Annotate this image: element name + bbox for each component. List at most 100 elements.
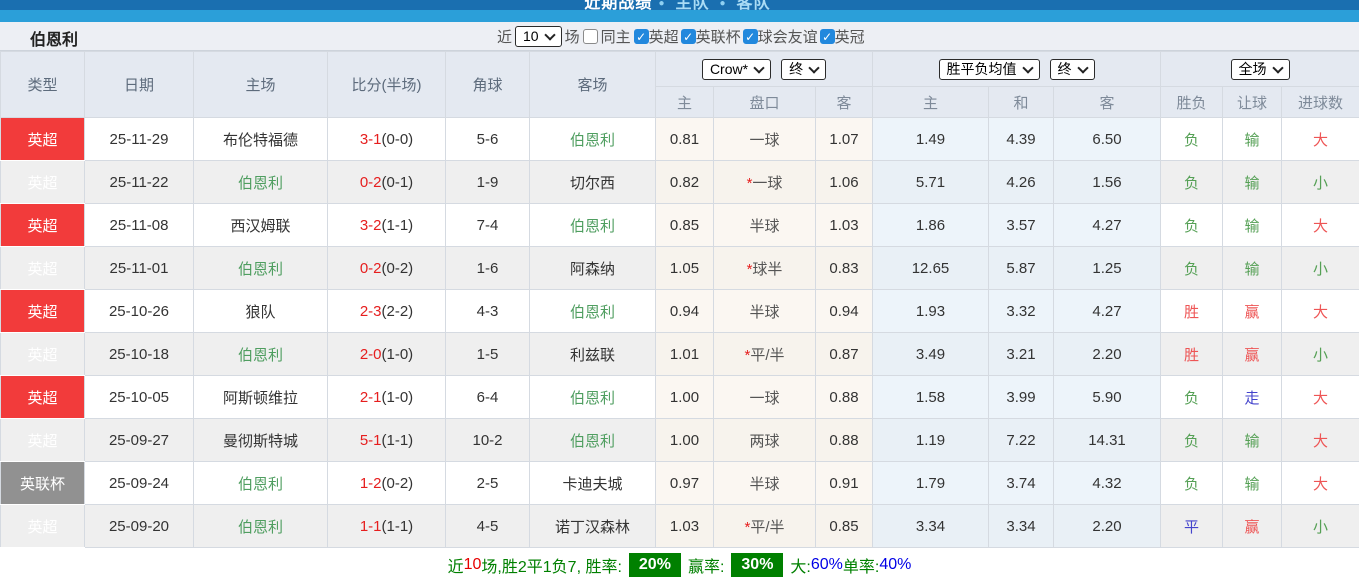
home-team[interactable]: 伯恩利 — [194, 247, 328, 290]
table-row: 英超25-10-26狼队2-3(2-2)4-3伯恩利0.94半球0.941.93… — [1, 290, 1359, 333]
away-team[interactable]: 切尔西 — [530, 161, 656, 204]
result-goals: 大 — [1282, 118, 1359, 161]
bookmaker-select[interactable]: Crow* — [702, 59, 771, 80]
avg-draw-odds: 3.34 — [989, 505, 1054, 548]
col-header-away: 客场 — [530, 52, 656, 118]
halftime-score: (0-0) — [382, 131, 414, 148]
avg-home-odds: 1.93 — [873, 290, 989, 333]
stat-text: 60% — [811, 556, 843, 574]
away-team[interactable]: 伯恩利 — [530, 204, 656, 247]
result-scope-select[interactable]: 全场 — [1231, 59, 1290, 80]
league-checkbox-label: 英超 — [649, 26, 679, 47]
handicap-home-odds: 0.81 — [656, 118, 714, 161]
top-nav-extra-tabs: ●主队●客队 — [652, 0, 774, 12]
result-outcome: 负 — [1161, 118, 1223, 161]
result-outcome: 负 — [1161, 247, 1223, 290]
handicap-home-odds: 0.85 — [656, 204, 714, 247]
home-team[interactable]: 狼队 — [194, 290, 328, 333]
away-team[interactable]: 伯恩利 — [530, 290, 656, 333]
away-team[interactable]: 阿森纳 — [530, 247, 656, 290]
avg-away-odds: 1.56 — [1054, 161, 1161, 204]
avg-away-odds: 4.32 — [1054, 462, 1161, 505]
home-team[interactable]: 布伦特福德 — [194, 118, 328, 161]
fulltime-score: 1-1 — [360, 518, 382, 535]
subheader-goals: 进球数 — [1282, 87, 1359, 118]
result-scope-group: 全场 — [1161, 52, 1359, 87]
fulltime-score: 3-2 — [360, 217, 382, 234]
subheader-result: 胜负 — [1161, 87, 1223, 118]
home-team[interactable]: 伯恩利 — [194, 505, 328, 548]
handicap-home-odds: 0.82 — [656, 161, 714, 204]
same-home-checkbox[interactable] — [583, 29, 598, 44]
odds-source-select[interactable]: 胜平负均值 — [939, 59, 1040, 80]
away-team[interactable]: 利兹联 — [530, 333, 656, 376]
league-badge: 英超 — [1, 204, 85, 247]
stat-text: 大: — [790, 553, 810, 577]
match-date: 25-11-08 — [85, 204, 194, 247]
handicap-away-odds: 1.06 — [816, 161, 873, 204]
halftime-score: (0-2) — [382, 260, 414, 277]
home-team[interactable]: 曼彻斯特城 — [194, 419, 328, 462]
handicap-line: 半球 — [714, 462, 816, 505]
home-team[interactable]: 阿斯顿维拉 — [194, 376, 328, 419]
tab-recent-results[interactable]: 近期战绩 — [584, 0, 652, 12]
handicap-line: 半球 — [714, 290, 816, 333]
handicap-home-odds: 0.94 — [656, 290, 714, 333]
halftime-score: (2-2) — [382, 303, 414, 320]
home-team[interactable]: 伯恩利 — [194, 161, 328, 204]
league-checkbox-英冠[interactable]: ✓ — [820, 29, 835, 44]
table-row: 英超25-11-22伯恩利0-2(0-1)1-9切尔西0.82*一球1.065.… — [1, 161, 1359, 204]
table-row: 英超25-10-18伯恩利2-0(1-0)1-5利兹联1.01*平/半0.873… — [1, 333, 1359, 376]
table-row: 英超25-09-27曼彻斯特城5-1(1-1)10-2伯恩利1.00两球0.88… — [1, 419, 1359, 462]
result-goals: 小 — [1282, 333, 1359, 376]
home-team[interactable]: 西汉姆联 — [194, 204, 328, 247]
avg-draw-odds: 3.57 — [989, 204, 1054, 247]
league-checkbox-英超[interactable]: ✓ — [634, 29, 649, 44]
away-team[interactable]: 伯恩利 — [530, 376, 656, 419]
home-team[interactable]: 伯恩利 — [194, 462, 328, 505]
filter-controls: 近 10 场 同主 ✓英超✓英联杯✓球会友谊✓英冠 — [497, 24, 870, 48]
avg-home-odds: 3.34 — [873, 505, 989, 548]
score-halftime: 2-1(1-0) — [328, 376, 446, 419]
halftime-score: (1-1) — [382, 518, 414, 535]
league-badge: 英超 — [1, 118, 85, 161]
stat-badge: 20% — [629, 553, 681, 577]
col-header-corners: 角球 — [446, 52, 530, 118]
avg-home-odds: 1.86 — [873, 204, 989, 247]
recent-count-select[interactable]: 10 — [515, 26, 562, 47]
tab-客队[interactable]: 客队 — [737, 0, 771, 12]
avg-away-odds: 2.20 — [1054, 505, 1161, 548]
league-checkbox-英联杯[interactable]: ✓ — [681, 29, 696, 44]
away-team[interactable]: 卡迪夫城 — [530, 462, 656, 505]
handicap-away-odds: 1.07 — [816, 118, 873, 161]
halftime-score: (1-0) — [382, 346, 414, 363]
league-badge: 英超 — [1, 376, 85, 419]
result-handicap: 输 — [1223, 419, 1282, 462]
odds-time-select[interactable]: 终 — [1050, 59, 1095, 80]
result-outcome: 负 — [1161, 462, 1223, 505]
away-team[interactable]: 伯恩利 — [530, 419, 656, 462]
col-header-type: 类型 — [1, 52, 85, 118]
handicap-away-odds: 0.87 — [816, 333, 873, 376]
corners: 4-5 — [446, 505, 530, 548]
match-history-table: 类型 日期 主场 比分(半场) 角球 客场 Crow* 终 胜平负均值 终 全场 — [0, 51, 1359, 548]
score-halftime: 3-1(0-0) — [328, 118, 446, 161]
result-handicap: 输 — [1223, 204, 1282, 247]
fulltime-score: 2-3 — [360, 303, 382, 320]
home-team[interactable]: 伯恩利 — [194, 333, 328, 376]
avg-home-odds: 3.49 — [873, 333, 989, 376]
tab-主队[interactable]: 主队 — [675, 0, 709, 12]
away-team[interactable]: 诺丁汉森林 — [530, 505, 656, 548]
league-checkbox-球会友谊[interactable]: ✓ — [743, 29, 758, 44]
result-handicap: 输 — [1223, 247, 1282, 290]
odds-source-value: 胜平负均值 — [947, 61, 1017, 78]
match-date: 25-09-20 — [85, 505, 194, 548]
handicap-line: *平/半 — [714, 505, 816, 548]
league-checkbox-label: 球会友谊 — [758, 26, 818, 47]
away-team[interactable]: 伯恩利 — [530, 118, 656, 161]
fulltime-score: 5-1 — [360, 432, 382, 449]
col-header-date: 日期 — [85, 52, 194, 118]
result-handicap: 输 — [1223, 161, 1282, 204]
handicap-time-select[interactable]: 终 — [781, 59, 826, 80]
subheader-handicap-line: 盘口 — [714, 87, 816, 118]
